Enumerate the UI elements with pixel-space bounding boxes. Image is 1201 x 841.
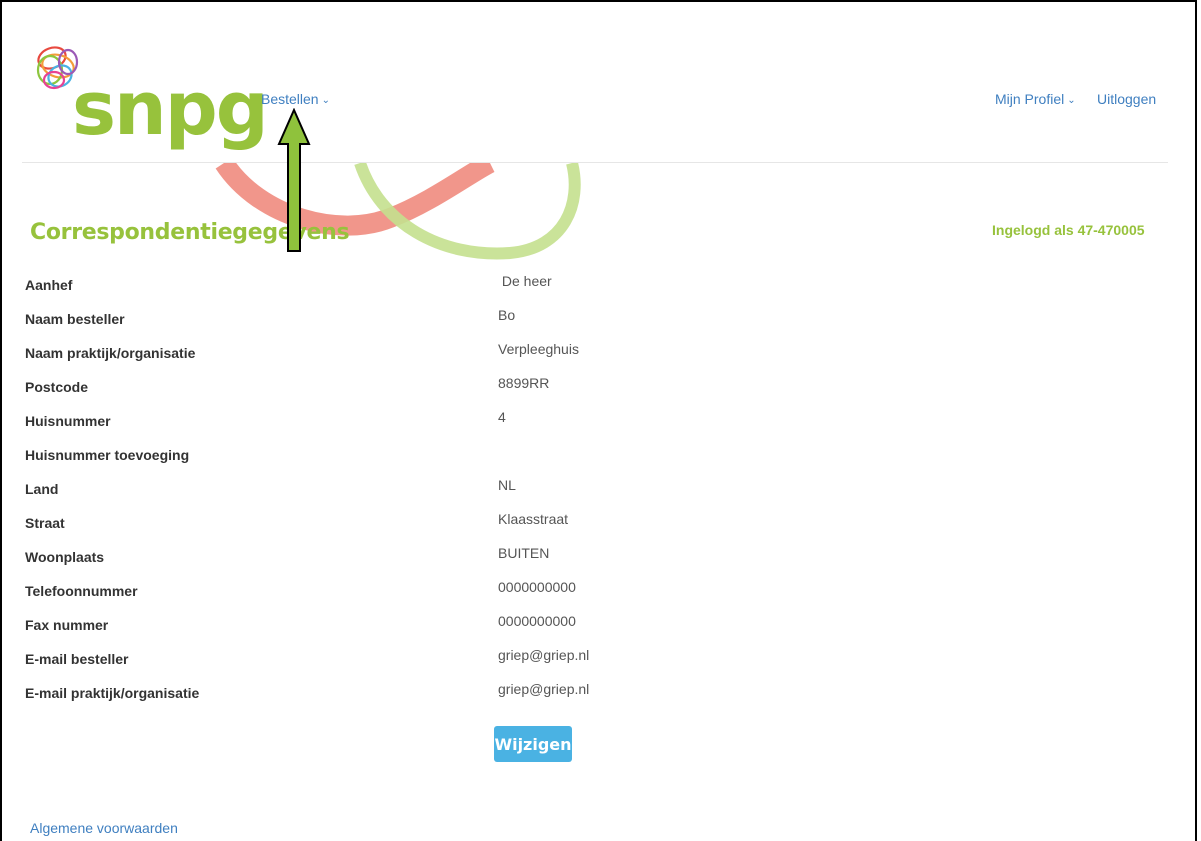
field-row-email-praktijk: E-mail praktijk/organisatie griep@griep.… (25, 676, 725, 710)
field-row-aanhef: Aanhef De heer (25, 268, 725, 302)
field-value: NL (498, 477, 516, 493)
logged-in-status: Ingelogd als 47-470005 (992, 222, 1145, 238)
nav-mijn-profiel-dropdown[interactable]: Mijn Profiel ⌄ (995, 91, 1076, 107)
field-row-naam-praktijk: Naam praktijk/organisatie Verpleeghuis (25, 336, 725, 370)
wijzigen-button[interactable]: Wijzigen (494, 726, 572, 762)
field-label: Naam praktijk/organisatie (25, 345, 196, 361)
field-row-fax-nummer: Fax nummer 0000000000 (25, 608, 725, 642)
field-value: 4 (498, 409, 506, 425)
field-label: E-mail praktijk/organisatie (25, 685, 200, 701)
footer-terms-link[interactable]: Algemene voorwaarden (30, 820, 178, 836)
logo-text[interactable]: snpg (72, 72, 269, 146)
field-row-straat: Straat Klaasstraat (25, 506, 725, 540)
field-value: 8899RR (498, 375, 550, 391)
field-label: Telefoonnummer (25, 583, 138, 599)
field-row-woonplaats: Woonplaats BUITEN (25, 540, 725, 574)
field-value: Verpleeghuis (498, 341, 579, 357)
nav-uitloggen-link[interactable]: Uitloggen (1097, 91, 1156, 107)
field-value: griep@griep.nl (498, 647, 590, 663)
field-label: Straat (25, 515, 65, 531)
field-value: De heer (498, 273, 552, 289)
field-label: Huisnummer (25, 413, 111, 429)
field-value: Klaasstraat (498, 511, 569, 527)
field-label: E-mail besteller (25, 651, 129, 667)
nav-profiel-label: Mijn Profiel (995, 91, 1065, 107)
field-value: Bo (498, 307, 516, 323)
chevron-down-icon: ⌄ (321, 95, 330, 106)
field-row-email-besteller: E-mail besteller griep@griep.nl (25, 642, 725, 676)
field-label: Fax nummer (25, 617, 109, 633)
field-row-land: Land NL (25, 472, 725, 506)
field-row-huisnummer: Huisnummer 4 (25, 404, 725, 438)
chevron-down-icon: ⌄ (1067, 95, 1076, 106)
field-value: 0000000000 (498, 579, 576, 595)
field-row-postcode: Postcode 8899RR (25, 370, 725, 404)
header-divider (22, 162, 1168, 163)
field-row-naam-besteller: Naam besteller Bo (25, 302, 725, 336)
decorative-swoosh-graphic (215, 163, 581, 260)
field-label: Huisnummer toevoeging (25, 447, 190, 463)
field-value: griep@griep.nl (498, 681, 590, 697)
field-label: Land (25, 481, 59, 497)
field-label: Postcode (25, 379, 89, 395)
field-value: BUITEN (498, 545, 550, 561)
field-label: Naam besteller (25, 311, 125, 327)
nav-bestellen-label: Bestellen (261, 91, 319, 107)
field-value: 0000000000 (498, 613, 576, 629)
field-label: Aanhef (25, 277, 73, 293)
up-arrow-icon (277, 108, 311, 252)
field-row-telefoonnummer: Telefoonnummer 0000000000 (25, 574, 725, 608)
field-row-huisnummer-toevoeging: Huisnummer toevoeging (25, 438, 725, 472)
nav-bestellen-dropdown[interactable]: Bestellen ⌄ (261, 91, 330, 107)
field-label: Woonplaats (25, 549, 105, 565)
